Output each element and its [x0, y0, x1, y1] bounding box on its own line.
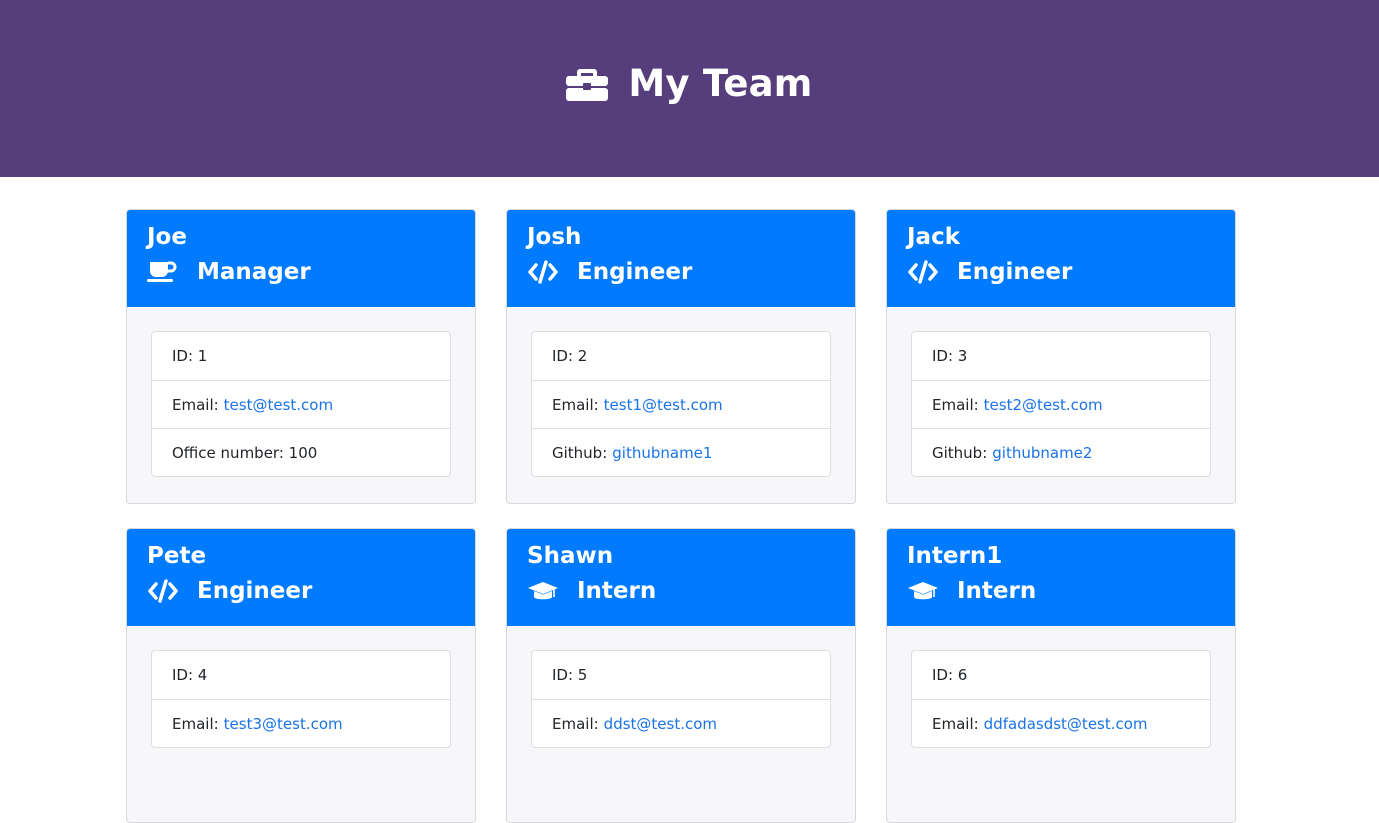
id-label: ID: 5	[552, 666, 588, 684]
employee-role: Engineer	[527, 257, 835, 287]
email-label: Email:	[172, 714, 219, 733]
email-link[interactable]: test2@test.com	[984, 396, 1103, 414]
employee-card: Joe Manager ID: 1 Email: test@test.com O…	[126, 209, 476, 504]
employee-name: Shawn	[527, 543, 614, 569]
email-item: Email: test3@test.com	[152, 699, 450, 747]
employee-card: Josh Engineer ID: 2 Email: test1@test.co…	[506, 209, 856, 504]
role-label: Engineer	[577, 259, 693, 285]
email-label: Email:	[552, 714, 599, 733]
graduation-cap-icon	[907, 578, 939, 604]
employee-role: Engineer	[907, 257, 1215, 287]
employee-name: Pete	[147, 543, 207, 569]
card-body: ID: 5 Email: ddst@test.com	[507, 626, 855, 772]
id-item: ID: 6	[912, 651, 1210, 699]
github-link[interactable]: githubname2	[992, 444, 1092, 462]
details-list: ID: 2 Email: test1@test.com Github: gith…	[531, 331, 831, 477]
employee-role: Manager	[147, 257, 455, 287]
employee-name: Joe	[147, 224, 187, 250]
id-label: ID: 1	[172, 347, 208, 365]
card-header: Intern1 Intern	[887, 529, 1235, 626]
id-item: ID: 4	[152, 651, 450, 699]
id-label: ID: 3	[932, 347, 968, 365]
briefcase-icon	[566, 67, 609, 101]
employee-name: Jack	[907, 224, 961, 250]
employee-role: Intern	[907, 576, 1215, 606]
github-label: Github:	[932, 443, 988, 462]
id-label: ID: 4	[172, 666, 208, 684]
email-link[interactable]: ddst@test.com	[604, 715, 717, 733]
email-label: Email:	[172, 395, 219, 414]
role-label: Engineer	[957, 259, 1073, 285]
email-link[interactable]: ddfadasdst@test.com	[984, 715, 1148, 733]
code-icon	[147, 578, 179, 604]
github-item: Github: githubname1	[532, 428, 830, 476]
card-header: Shawn Intern	[507, 529, 855, 626]
email-item: Email: test1@test.com	[532, 380, 830, 428]
employee-role: Intern	[527, 576, 835, 606]
card-body: ID: 3 Email: test2@test.com Github: gith…	[887, 307, 1235, 501]
employee-card: Jack Engineer ID: 3 Email: test2@test.co…	[886, 209, 1236, 504]
code-icon	[527, 259, 559, 285]
id-item: ID: 2	[532, 332, 830, 380]
employee-card: Shawn Intern ID: 5 Email: ddst@test.com	[506, 528, 856, 823]
employee-name: Josh	[527, 224, 582, 250]
id-label: ID: 2	[552, 347, 588, 365]
graduation-cap-icon	[527, 578, 559, 604]
role-label: Intern	[577, 578, 657, 604]
header-title-group: My Team	[566, 62, 812, 105]
card-body: ID: 2 Email: test1@test.com Github: gith…	[507, 307, 855, 501]
github-label: Github:	[552, 443, 608, 462]
card-header: Josh Engineer	[507, 210, 855, 307]
email-link[interactable]: test1@test.com	[604, 396, 723, 414]
employee-name: Intern1	[907, 543, 1003, 569]
role-label: Engineer	[197, 578, 313, 604]
card-body: ID: 6 Email: ddfadasdst@test.com	[887, 626, 1235, 772]
email-item: Email: ddfadasdst@test.com	[912, 699, 1210, 747]
id-item: ID: 3	[912, 332, 1210, 380]
role-label: Manager	[197, 259, 311, 285]
card-header: Pete Engineer	[127, 529, 475, 626]
email-link[interactable]: test3@test.com	[224, 715, 343, 733]
page-header: My Team	[0, 0, 1379, 177]
details-list: ID: 5 Email: ddst@test.com	[531, 650, 831, 748]
code-icon	[907, 259, 939, 285]
coffee-mug-icon	[147, 259, 179, 285]
office-number-item: Office number: 100	[152, 428, 450, 476]
employee-card: Pete Engineer ID: 4 Email: test3@test.co…	[126, 528, 476, 823]
github-item: Github: githubname2	[912, 428, 1210, 476]
employee-role: Engineer	[147, 576, 455, 606]
details-list: ID: 6 Email: ddfadasdst@test.com	[911, 650, 1211, 748]
id-item: ID: 5	[532, 651, 830, 699]
email-link[interactable]: test@test.com	[224, 396, 333, 414]
page-title: My Team	[628, 62, 813, 105]
email-item: Email: test@test.com	[152, 380, 450, 428]
id-item: ID: 1	[152, 332, 450, 380]
team-grid: Joe Manager ID: 1 Email: test@test.com O…	[126, 209, 1236, 823]
email-item: Email: test2@test.com	[912, 380, 1210, 428]
card-body: ID: 4 Email: test3@test.com	[127, 626, 475, 772]
card-body: ID: 1 Email: test@test.com Office number…	[127, 307, 475, 501]
details-list: ID: 3 Email: test2@test.com Github: gith…	[911, 331, 1211, 477]
card-header: Joe Manager	[127, 210, 475, 307]
card-header: Jack Engineer	[887, 210, 1235, 307]
email-label: Email:	[552, 395, 599, 414]
details-list: ID: 1 Email: test@test.com Office number…	[151, 331, 451, 477]
github-link[interactable]: githubname1	[612, 444, 712, 462]
email-item: Email: ddst@test.com	[532, 699, 830, 747]
details-list: ID: 4 Email: test3@test.com	[151, 650, 451, 748]
email-label: Email:	[932, 714, 979, 733]
id-label: ID: 6	[932, 666, 968, 684]
email-label: Email:	[932, 395, 979, 414]
employee-card: Intern1 Intern ID: 6 Email: ddfadasdst@t…	[886, 528, 1236, 823]
role-label: Intern	[957, 578, 1037, 604]
office-number-label: Office number: 100	[172, 443, 318, 462]
